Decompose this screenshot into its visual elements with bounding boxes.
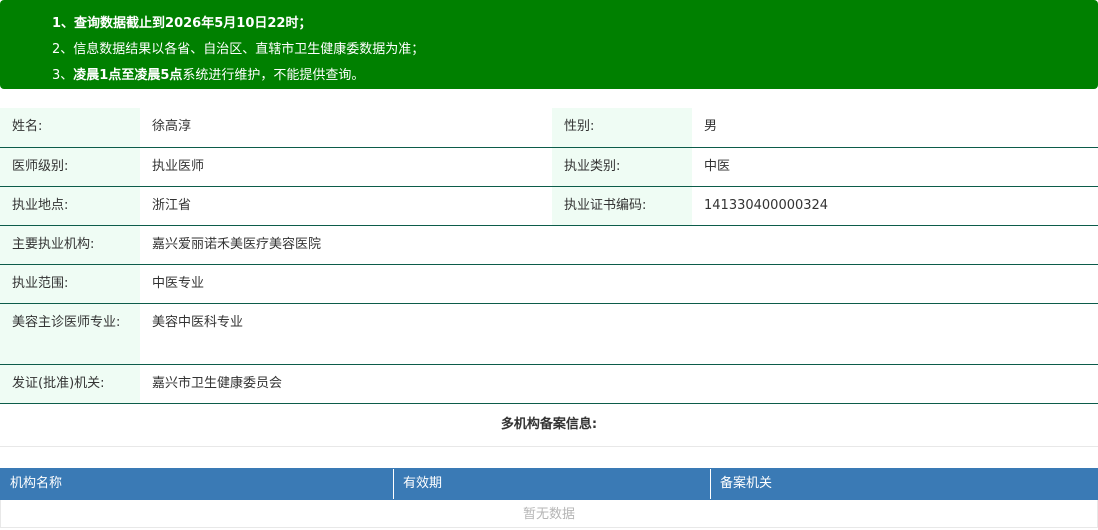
category-value: 中医: [692, 147, 1098, 187]
notice-line-1-suffix: ；: [298, 16, 312, 31]
notice-banner: 1、查询数据截止到2026年5月10日22时； 2、信息数据结果以各省、自治区、…: [0, 0, 1098, 89]
level-value: 执业医师: [140, 147, 552, 187]
column-header-institution[interactable]: 机构名称: [1, 469, 394, 499]
institution-value: 嘉兴爱丽诺禾美医疗美容医院: [140, 225, 1098, 265]
notice-line-1-date: 2026年5月10日22时: [165, 16, 299, 31]
grid-header: 机构名称 有效期 备案机关: [0, 468, 1098, 500]
notice-line-3-prefix: 3、: [52, 68, 74, 83]
column-header-validity[interactable]: 有效期: [394, 469, 711, 499]
multi-institution-grid: 机构名称 有效期 备案机关 暂无数据: [0, 468, 1098, 528]
scope-label: 执业范围:: [0, 264, 140, 304]
institution-label: 主要执业机构:: [0, 225, 140, 265]
info-row-level: 医师级别: 执业医师 执业类别: 中医: [0, 147, 1098, 187]
beauty-label: 美容主诊医师专业:: [0, 303, 140, 365]
notice-line-3: 3、凌晨1点至凌晨5点系统进行维护，不能提供查询。: [52, 63, 1098, 89]
scope-value: 中医专业: [140, 264, 1098, 304]
info-row-issuer: 发证(批准)机关: 嘉兴市卫生健康委员会: [0, 364, 1098, 404]
info-row-institution: 主要执业机构: 嘉兴爱丽诺禾美医疗美容医院: [0, 225, 1098, 265]
info-row-scope: 执业范围: 中医专业: [0, 264, 1098, 304]
gender-value: 男: [692, 108, 1098, 148]
cert-label: 执业证书编码:: [552, 186, 692, 226]
issuer-value: 嘉兴市卫生健康委员会: [140, 364, 1098, 404]
category-label: 执业类别:: [552, 147, 692, 187]
info-row-beauty: 美容主诊医师专业: 美容中医科专业: [0, 303, 1098, 365]
level-label: 医师级别:: [0, 147, 140, 187]
notice-line-1-prefix: 1、查询数据截止到: [52, 16, 166, 31]
info-row-location: 执业地点: 浙江省 执业证书编码: 141330400000324: [0, 186, 1098, 226]
notice-line-3-bold: 凌晨1点至凌晨5点: [73, 68, 183, 83]
notice-line-2: 2、信息数据结果以各省、自治区、直辖市卫生健康委数据为准；: [52, 42, 425, 57]
grid-empty-message: 暂无数据: [0, 500, 1098, 528]
beauty-value: 美容中医科专业: [140, 303, 1098, 365]
column-header-registrar[interactable]: 备案机关: [711, 469, 1097, 499]
name-label: 姓名:: [0, 108, 140, 148]
notice-line-1: 1、查询数据截止到2026年5月10日22时；: [52, 11, 1098, 37]
location-label: 执业地点:: [0, 186, 140, 226]
location-value: 浙江省: [140, 186, 552, 226]
cert-value: 141330400000324: [692, 186, 1098, 226]
multi-institution-title: 多机构备案信息:: [0, 405, 1098, 447]
doctor-info-table: 姓名: 徐高淳 性别: 男 医师级别: 执业医师 执业类别: 中医 执业地点: …: [0, 108, 1098, 404]
issuer-label: 发证(批准)机关:: [0, 364, 140, 404]
notice-line-3-suffix: 系统进行维护，不能提供查询。: [182, 68, 365, 83]
gender-label: 性别:: [552, 108, 692, 148]
name-value: 徐高淳: [140, 108, 552, 148]
info-row-name: 姓名: 徐高淳 性别: 男: [0, 108, 1098, 148]
